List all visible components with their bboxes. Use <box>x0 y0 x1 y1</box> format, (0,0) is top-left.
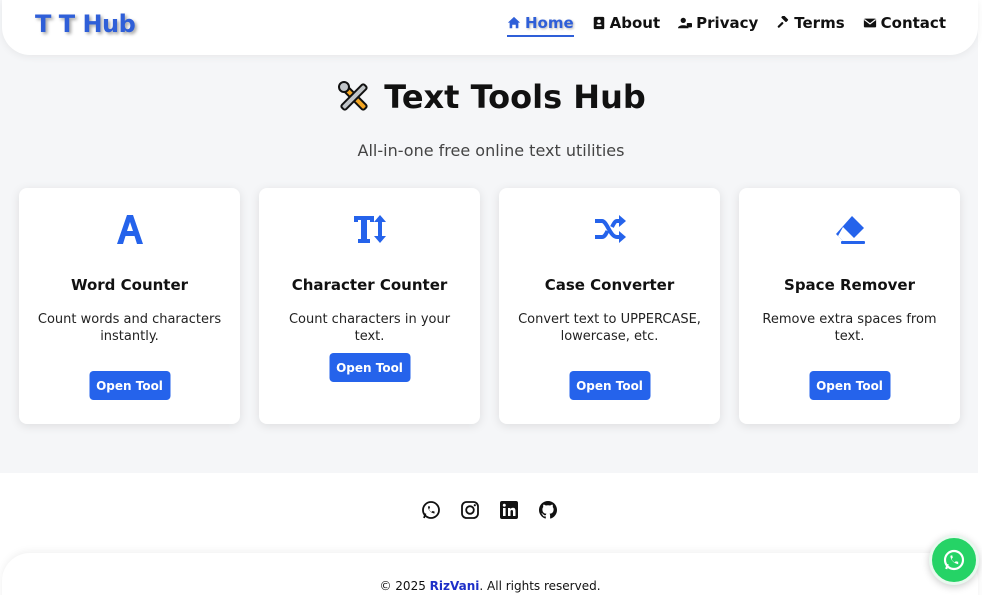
page-subtitle: All-in-one free online text utilities <box>357 141 625 160</box>
address-card-icon <box>593 16 604 30</box>
social-links <box>421 500 558 520</box>
github-icon[interactable] <box>538 500 558 520</box>
page-title: Text Tools Hub <box>0 78 982 116</box>
author-link[interactable]: RizVani <box>430 579 480 593</box>
nav-contact-label: Contact <box>880 14 946 32</box>
tool-title: Word Counter <box>70 276 189 294</box>
gavel-icon <box>777 16 789 28</box>
tool-description: Convert text to UPPERCASE, lowercase, et… <box>518 312 701 344</box>
tool-card-character-counter: Character Counter Count characters in yo… <box>259 188 480 424</box>
tool-card-case-converter: Case Converter Convert text to UPPERCASE… <box>499 188 720 424</box>
instagram-icon[interactable] <box>460 500 480 520</box>
whatsapp-chat-button[interactable] <box>929 535 979 585</box>
copyright-text: © 2025 RizVani. All rights reserved. <box>2 579 978 593</box>
footer: © 2025 RizVani. All rights reserved. <box>2 553 978 595</box>
tool-title: Space Remover <box>784 276 915 294</box>
envelope-icon <box>863 18 876 28</box>
tool-description: Count words and characters instantly. <box>37 312 222 344</box>
copyright-prefix: © 2025 <box>379 579 430 593</box>
font-a-icon <box>116 215 143 244</box>
home-icon <box>507 16 521 29</box>
open-tool-button[interactable]: Open Tool <box>809 371 890 400</box>
whatsapp-icon[interactable] <box>421 500 441 520</box>
main-nav: Home About Privacy Terms Contact <box>506 14 946 37</box>
tools-icon <box>338 81 368 111</box>
user-lock-icon <box>678 17 693 29</box>
tool-description: Remove extra spaces from text. <box>762 312 937 344</box>
nav-privacy[interactable]: Privacy <box>678 14 758 37</box>
linkedin-icon[interactable] <box>499 500 519 520</box>
nav-home[interactable]: Home <box>506 14 574 37</box>
whatsapp-icon <box>943 549 965 571</box>
open-tool-button[interactable]: Open Tool <box>329 353 410 382</box>
tool-title: Case Converter <box>544 276 675 294</box>
navbar: T T Hub Home About Privacy Terms Contact <box>2 0 978 55</box>
nav-home-label: Home <box>524 14 574 32</box>
brand-logo[interactable]: T T Hub <box>35 10 136 38</box>
eraser-icon <box>835 216 865 244</box>
tool-description: Count characters in your text. <box>288 312 451 344</box>
tool-card-word-counter: Word Counter Count words and characters … <box>19 188 240 424</box>
copyright-suffix: . All rights reserved. <box>479 579 601 593</box>
tool-title: Character Counter <box>291 276 448 294</box>
nav-privacy-label: Privacy <box>696 14 759 32</box>
tool-card-space-remover: Space Remover Remove extra spaces from t… <box>739 188 960 424</box>
shuffle-icon <box>594 215 626 243</box>
nav-about-label: About <box>609 14 661 32</box>
nav-terms[interactable]: Terms <box>776 14 845 37</box>
nav-terms-label: Terms <box>794 14 845 32</box>
nav-about[interactable]: About <box>592 14 661 37</box>
open-tool-button[interactable]: Open Tool <box>569 371 650 400</box>
page-title-text: Text Tools Hub <box>384 78 646 116</box>
text-height-icon <box>353 215 386 243</box>
open-tool-button[interactable]: Open Tool <box>89 371 170 400</box>
nav-contact[interactable]: Contact <box>863 14 946 37</box>
